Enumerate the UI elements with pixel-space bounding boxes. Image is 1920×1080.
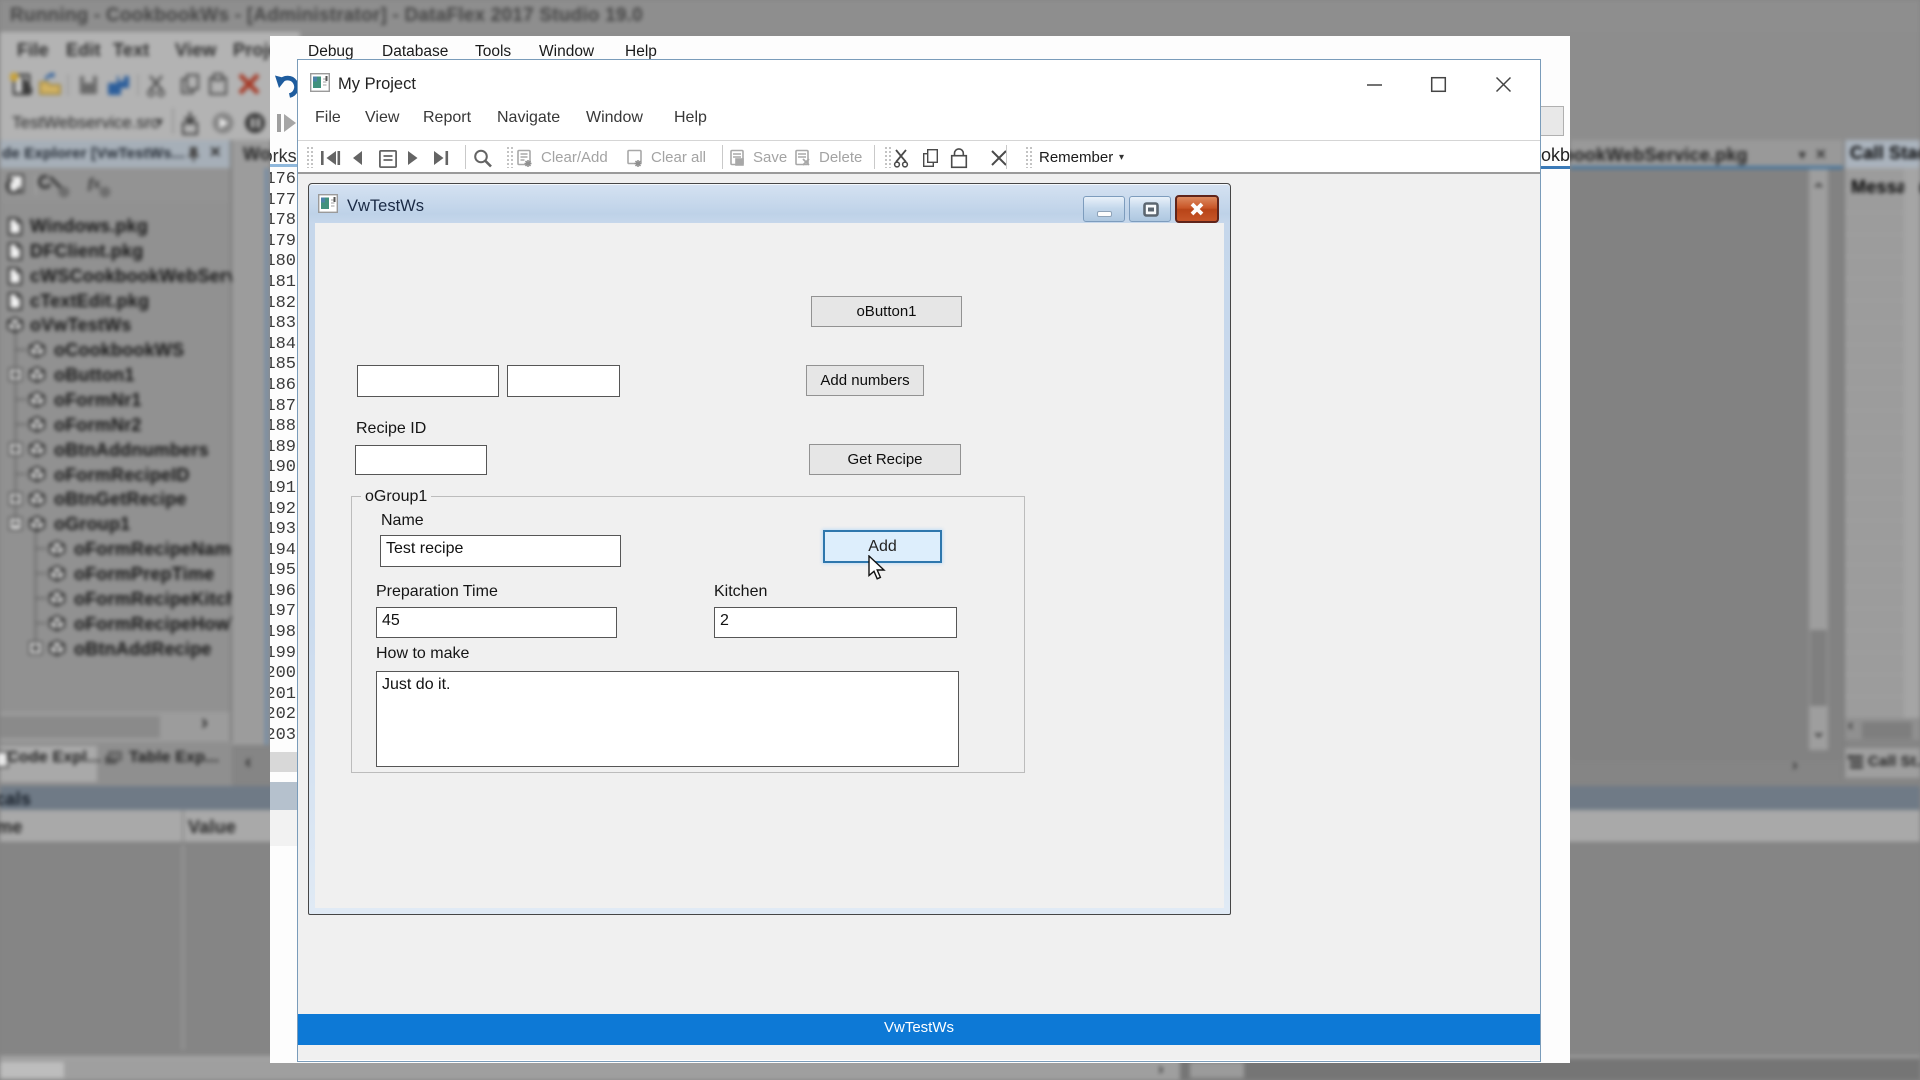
svg-text:fx: fx xyxy=(88,176,101,192)
